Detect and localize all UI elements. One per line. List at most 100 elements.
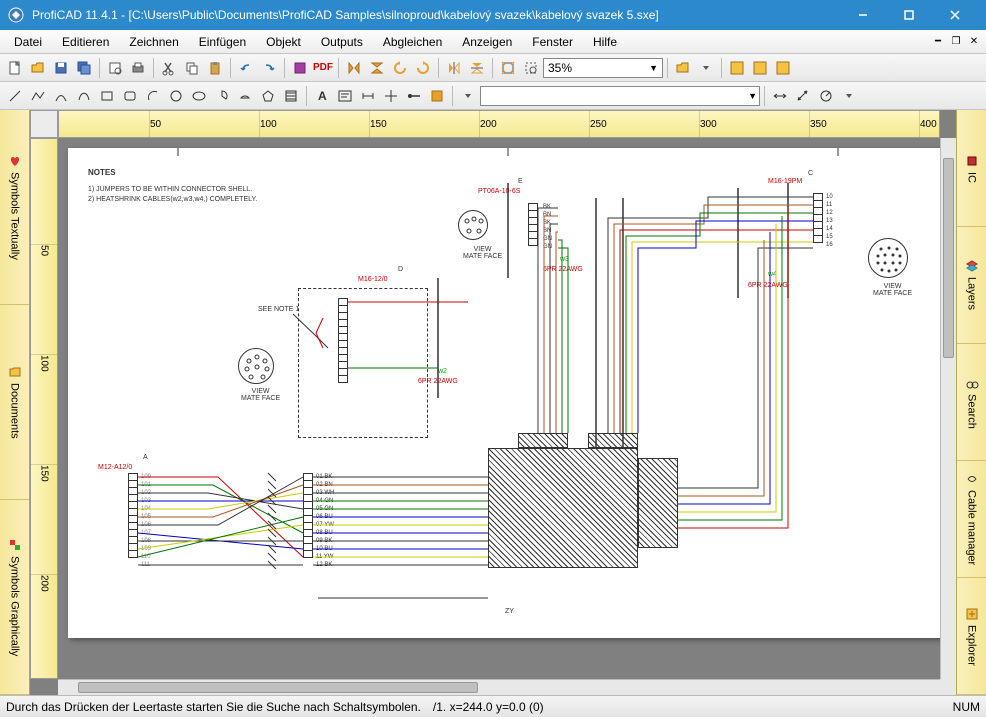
flip-h-button[interactable] [343, 57, 365, 79]
conn-c-pins [528, 203, 538, 245]
zoom-combo[interactable]: 35%▼ [543, 58, 663, 78]
open-button[interactable] [27, 57, 49, 79]
text-tool-button[interactable]: A [311, 85, 333, 107]
undo-button[interactable] [235, 57, 257, 79]
tool-b-button[interactable] [749, 57, 771, 79]
mirror-h-button[interactable] [443, 57, 465, 79]
menu-objekt[interactable]: Objekt [256, 32, 311, 52]
new-button[interactable] [4, 57, 26, 79]
explorer-icon [965, 607, 979, 621]
left-panel: Symbols Textually Documents Symbols Grap… [0, 110, 30, 695]
zoom-window-button[interactable] [520, 57, 542, 79]
status-hint: Durch das Drücken der Leertaste starten … [6, 700, 421, 714]
junction-tool-button[interactable] [380, 85, 402, 107]
menu-einfuegen[interactable]: Einfügen [189, 32, 256, 52]
binoculars-icon [965, 376, 979, 390]
curve-tool-button[interactable] [50, 85, 72, 107]
print-button[interactable] [127, 57, 149, 79]
menu-hilfe[interactable]: Hilfe [583, 32, 627, 52]
tool-c-button[interactable] [772, 57, 794, 79]
tab-cable-manager[interactable]: Cable manager [957, 461, 986, 578]
zoom-extents-button[interactable] [497, 57, 519, 79]
v-scroll-thumb[interactable] [943, 158, 954, 358]
close-button[interactable] [932, 0, 978, 30]
ref-a: A [143, 454, 148, 461]
polyline-tool-button[interactable] [27, 85, 49, 107]
notes-title: NOTES [88, 168, 116, 177]
pie-tool-button[interactable] [211, 85, 233, 107]
menu-datei[interactable]: Datei [4, 32, 52, 52]
save-all-button[interactable] [73, 57, 95, 79]
mdi-minimize-button[interactable]: ━ [930, 33, 946, 49]
tab-symbols-graphically[interactable]: Symbols Graphically [0, 500, 29, 695]
menu-zeichnen[interactable]: Zeichnen [119, 32, 188, 52]
print-preview-button[interactable] [104, 57, 126, 79]
menu-outputs[interactable]: Outputs [311, 32, 373, 52]
minimize-button[interactable] [840, 0, 886, 30]
circle-tool-button[interactable] [165, 85, 187, 107]
rotate-left-button[interactable] [389, 57, 411, 79]
menu-abgleichen[interactable]: Abgleichen [373, 32, 452, 52]
properties-button[interactable] [289, 57, 311, 79]
terminal-block-pins [303, 473, 313, 557]
dimension-tool-button[interactable] [357, 85, 379, 107]
svg-text:A: A [318, 89, 327, 103]
menu-anzeigen[interactable]: Anzeigen [452, 32, 522, 52]
vertical-scrollbar[interactable] [940, 138, 956, 679]
drawing-paper[interactable]: NOTES 1) JUMPERS TO BE WITHIN CONNECTOR … [68, 148, 940, 638]
tab-symbols-textually[interactable]: Symbols Textually [0, 110, 29, 305]
folder-arrow-button[interactable] [695, 57, 717, 79]
tab-explorer[interactable]: Explorer [957, 578, 986, 695]
arc-tool-button[interactable] [142, 85, 164, 107]
copy-button[interactable] [181, 57, 203, 79]
menu-editieren[interactable]: Editieren [52, 32, 119, 52]
paste-button[interactable] [204, 57, 226, 79]
tab-ic[interactable]: IC [957, 110, 986, 227]
horizontal-scrollbar[interactable] [58, 679, 940, 695]
w2-label: w2 [438, 368, 447, 375]
dim-linear-button[interactable] [769, 85, 791, 107]
hatch-tool-button[interactable] [280, 85, 302, 107]
maximize-button[interactable] [886, 0, 932, 30]
flip-v-button[interactable] [366, 57, 388, 79]
more-draw-button[interactable] [457, 85, 479, 107]
ic-icon [965, 154, 979, 168]
redo-button[interactable] [258, 57, 280, 79]
layers-icon [965, 259, 979, 273]
wire-tool-button[interactable] [403, 85, 425, 107]
polygon-tool-button[interactable] [257, 85, 279, 107]
see-note-label: SEE NOTE 1 [258, 306, 299, 313]
work-area: Symbols Textually Documents Symbols Grap… [0, 110, 986, 695]
h-scroll-thumb[interactable] [78, 682, 478, 693]
tab-search[interactable]: Search [957, 344, 986, 461]
rotate-right-button[interactable] [412, 57, 434, 79]
rect-tool-button[interactable] [96, 85, 118, 107]
more-dim-button[interactable] [838, 85, 860, 107]
horizontal-ruler[interactable]: 50 100 150 200 250 300 350 400 [58, 110, 940, 138]
mirror-v-button[interactable] [466, 57, 488, 79]
ellipse-tool-button[interactable] [188, 85, 210, 107]
dim-aligned-button[interactable] [792, 85, 814, 107]
mdi-restore-button[interactable]: ❐ [948, 33, 964, 49]
chord-tool-button[interactable] [234, 85, 256, 107]
vertical-ruler[interactable]: 50 100 150 200 [30, 138, 58, 679]
tool-a-button[interactable] [726, 57, 748, 79]
ground-tool-button[interactable] [426, 85, 448, 107]
bezier-tool-button[interactable] [73, 85, 95, 107]
open-folder-button[interactable] [672, 57, 694, 79]
conn-d-pins [813, 193, 823, 242]
canvas-viewport[interactable]: NOTES 1) JUMPERS TO BE WITHIN CONNECTOR … [58, 138, 940, 679]
cut-button[interactable] [158, 57, 180, 79]
symbol-combo[interactable]: ▼ [480, 86, 760, 106]
mdi-window-buttons: ━ ❐ ✕ [930, 33, 982, 49]
save-button[interactable] [50, 57, 72, 79]
mdi-close-button[interactable]: ✕ [966, 33, 982, 49]
dim-radius-button[interactable] [815, 85, 837, 107]
menu-fenster[interactable]: Fenster [522, 32, 583, 52]
tab-layers[interactable]: Layers [957, 227, 986, 344]
pdf-export-button[interactable]: PDF [312, 57, 334, 79]
tab-documents[interactable]: Documents [0, 305, 29, 500]
line-tool-button[interactable] [4, 85, 26, 107]
textbox-tool-button[interactable] [334, 85, 356, 107]
rrect-tool-button[interactable] [119, 85, 141, 107]
